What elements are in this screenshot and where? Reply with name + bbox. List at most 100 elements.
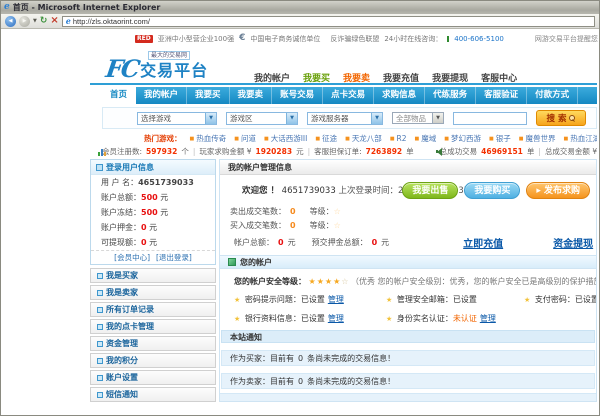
hot-game-link[interactable]: 征途 [315,133,337,144]
game-select[interactable]: 选择游戏 ▼ [137,112,217,125]
account-panel-title: 我的帐户管理信息 [220,160,596,175]
frozen-value: 500 [141,208,158,217]
grade-star-icon: ☆ [334,207,341,216]
platform-notice: 网游交易平台提醒您 请不要在游戏 [535,34,598,44]
sold-count-row: 卖出成交笔数：0等级：☆ [220,205,596,219]
search-bar: 选择游戏 ▼ 游戏区 ▼ 游戏服务器 ▼ 全部物品 ▼ 搜 索 [102,107,597,129]
buyer-pending-count: 0 [298,354,303,363]
stat-label: 总成交易金额 ¥ [545,146,597,157]
nav-tab-payment[interactable]: 付款方式 [527,87,578,104]
sidebar-item-buyer[interactable]: 我是买家 [90,268,216,283]
bought-count-row: 买入成交笔数：0等级：☆ [220,219,596,233]
post-wanted-button[interactable]: ▸ 发布求购 [526,182,590,199]
balance-summary-row: 帐户总额：0元 预交押金总额：0元 立即充值 资金提现 [220,233,596,251]
security-description: （优秀 您的帐户安全级别：优秀，您的帐户安全已是高级别的保护措施 ） [351,277,597,286]
site-notice-header: 本站通知 [221,330,595,343]
browser-window: e 首页 - Microsoft Internet Explorer ◀ ▶ ▼… [0,0,600,416]
forward-button[interactable]: ▶ [19,16,30,27]
page-content: RED 亚洲中小型营企业100强 € 中国电子商务诚信单位 反诈骗绿色联盟 24… [2,29,598,414]
withdrawable-row: 可提现额：0 元 [91,235,215,250]
your-account-section-header: 您的帐户 [220,255,596,269]
browser-toolbar: ◀ ▶ ▼ ↻ × e [1,14,599,29]
stop-button[interactable]: × [50,16,58,26]
header-divider [90,83,597,85]
security-item-bank-info: 银行资料信息：已设置管理 [234,313,386,324]
sidebar-item-cards[interactable]: 我的点卡管理 [90,319,216,334]
nav-tab-service-verify[interactable]: 客服验证 [476,87,527,104]
sidebar-item-orders[interactable]: 所有订单记录 [90,302,216,317]
server-select[interactable]: 游戏服务器 ▼ [307,112,383,125]
history-dropdown-icon[interactable]: ▼ [33,18,37,24]
nav-tab-card-trade[interactable]: 点卡交易 [323,87,374,104]
buy-button[interactable]: 我要购买 [464,182,520,199]
menu-square-icon [97,341,103,347]
security-stars: ★★★★ [309,277,342,286]
security-item-pay-password: 支付密码：已设置管理 [524,294,597,305]
search-input[interactable] [453,112,527,125]
search-button[interactable]: 搜 索 [536,110,586,126]
ec-certified-icon: € [239,34,245,43]
stat-label: 玩家求购金额 ¥ [199,146,251,157]
sidebar-item-funds[interactable]: 资金管理 [90,336,216,351]
balance-value: 500 [141,193,158,202]
site-logo[interactable]: 最大的交易网 FC 交易平台 [106,51,256,81]
username-value: 4651739033 [138,178,194,187]
member-center-link[interactable]: [会员中心] [114,251,150,264]
recharge-link[interactable]: 立即充值 [463,235,503,250]
main-navbar: 首页 我的帐户 我要买 我要卖 账号交易 点卡交易 求购信息 代练服务 客服验证… [102,87,597,104]
certified-text-3: 反诈骗绿色联盟 [330,34,379,44]
nav-tab-sell[interactable]: 我要卖 [230,87,273,104]
nav-tab-wanted[interactable]: 求购信息 [374,87,425,104]
nav-tab-powerleveling[interactable]: 代练服务 [425,87,476,104]
manage-link[interactable]: 管理 [328,314,344,323]
back-button[interactable]: ◀ [5,16,16,27]
red-badge: RED [135,35,153,43]
address-bar[interactable]: e [62,16,595,27]
zone-select[interactable]: 游戏区 ▼ [226,112,298,125]
hot-game-link[interactable]: 魔域 [415,133,437,144]
stat-value: 597932 [146,147,177,156]
chevron-down-icon: ▼ [371,113,382,124]
hot-game-link[interactable]: 银子 [489,133,511,144]
withdraw-link[interactable]: 资金提现 [553,235,593,250]
sidebar-item-points[interactable]: 我的积分 [90,353,216,368]
site-stats-bar: 会员注册数:597932个 | 玩家求购金额 ¥1920283元 | 客服担保订… [98,146,598,157]
manage-link[interactable]: 管理 [480,314,496,323]
hot-game-link[interactable]: 大话西游III [264,133,307,144]
login-user-info-box: 登录用户信息 用 户 名：4651739033 账户总额：500 元 账户冻结：… [90,159,216,265]
sidebar-item-seller[interactable]: 我是卖家 [90,285,216,300]
hot-game-link[interactable]: 热血江湖 [563,133,597,144]
hotline-number[interactable]: 400-606-5100 [454,35,504,43]
stat-label: 会员注册数: [102,146,142,157]
account-total: 0 [278,238,284,247]
logout-link[interactable]: [退出登录] [156,251,192,264]
logo-site-name: 交易平台 [140,62,208,80]
security-item-real-name: 身份实名认证：未认证管理 [386,313,524,324]
welcome-username: 4651739033 [282,186,336,196]
sidebar-item-sms[interactable]: 短信通知 [90,387,216,402]
category-select[interactable]: 全部物品 ▼ [392,112,444,124]
nav-tab-my-account[interactable]: 我的帐户 [136,87,187,104]
hot-game-link[interactable]: 梦幻西游 [444,133,481,144]
nav-tab-home[interactable]: 首页 [102,87,136,104]
menu-square-icon [97,307,103,313]
hot-game-link[interactable]: 魔兽世界 [519,133,556,144]
chevron-down-icon: ▼ [205,113,216,124]
hot-game-link[interactable]: 问道 [234,133,256,144]
sidebar-item-account-settings[interactable]: 账户设置 [90,370,216,385]
user-box-icon [96,164,103,171]
manage-link[interactable]: 管理 [328,295,344,304]
account-panel: 我的帐户管理信息 欢迎您 ！ 4651739033 上次登录时间：2013-7-… [219,159,597,402]
nav-tab-buy[interactable]: 我要买 [187,87,230,104]
nav-tab-account-trade[interactable]: 账号交易 [272,87,323,104]
hot-game-link[interactable]: R2 [390,134,407,143]
hot-game-link[interactable]: 热血传奇 [190,133,227,144]
search-icon [569,115,575,121]
grade-star-icon: ☆ [334,221,341,230]
hot-game-link[interactable]: 天龙八部 [345,133,382,144]
window-titlebar: e 首页 - Microsoft Internet Explorer [1,1,599,14]
sell-button[interactable]: 我要出售 [402,182,458,199]
url-input[interactable] [73,17,591,26]
deposit-row: 账户押金：0 元 [91,220,215,235]
refresh-button[interactable]: ↻ [40,16,48,26]
